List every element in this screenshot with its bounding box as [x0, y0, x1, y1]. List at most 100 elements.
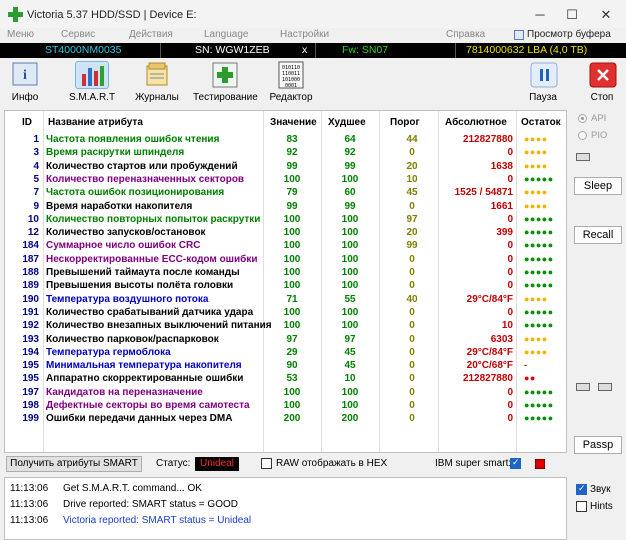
testing-label: Тестирование — [193, 92, 258, 103]
testing-button[interactable]: Тестирование — [193, 61, 258, 105]
table-row[interactable]: 4 Количество стартов или пробуждений 99 99 2… — [5, 160, 566, 173]
attribute-name: Количество внезапных выключений питания — [46, 320, 272, 332]
table-row[interactable]: 197 Кандидатов на переназначение 100 100 0 0 ●… — [5, 386, 566, 399]
minimize-icon[interactable]: ─ — [530, 6, 550, 24]
table-row[interactable]: 195 Минимальная температура накопителя 90 4… — [5, 359, 566, 372]
attribute-raw: 399 — [496, 227, 513, 239]
attribute-name: Ошибки передачи данных через DMA — [46, 413, 233, 425]
pio-radio[interactable] — [578, 131, 587, 140]
table-row[interactable]: 5 Количество переназначенных секторов 100 1… — [5, 173, 566, 186]
table-row[interactable]: 195 Аппаратно скорректированные ошибки 53 1… — [5, 372, 566, 385]
close-icon[interactable]: ✕ — [596, 6, 616, 24]
maximize-icon[interactable]: ☐ — [562, 6, 582, 24]
pause-button[interactable]: Пауза — [527, 61, 559, 105]
attribute-value: 92 — [286, 147, 298, 159]
table-row[interactable]: 194 Температура гермоблока 29 45 0 29°C/84°F ●… — [5, 346, 566, 359]
attribute-name: Дефектные секторы во время самотеста — [46, 400, 250, 411]
stop-label: Стоп — [590, 92, 614, 103]
attribute-rest: ●●●● — [524, 160, 548, 171]
table-row[interactable]: 7 Частота ошибок позиционирования 79 60 45 15… — [5, 186, 566, 199]
table-row[interactable]: 188 Превышений таймаута после команды 100 1… — [5, 266, 566, 279]
attribute-id: 194 — [22, 346, 39, 358]
table-row[interactable]: 10 Количество повторных попыток раскрутки… — [5, 213, 566, 226]
drive-info-bar[interactable]: ST4000NM0035 SN: WGW1ZEB x Fw: SN07 7814… — [0, 43, 626, 58]
attribute-rest: ●●●● — [524, 147, 548, 158]
attribute-rest: ●●●●● — [524, 173, 554, 184]
ibm-status-indicator — [535, 459, 545, 469]
stop-button[interactable]: Стоп — [586, 61, 618, 105]
table-row[interactable]: 3 Время раскрутки шпинделя 92 92 0 0 ●●●● — [5, 146, 566, 159]
attribute-id: 192 — [22, 320, 39, 332]
menu-item-service[interactable]: Сервис — [61, 29, 95, 40]
attribute-raw: 20°C/68°F — [466, 360, 513, 372]
attribute-worst: 99 — [344, 200, 356, 212]
attribute-raw: 1661 — [490, 200, 513, 212]
table-row[interactable]: 189 Превышения высоты полёта головки 100 10… — [5, 279, 566, 292]
attribute-rest: ●●●● — [524, 200, 548, 211]
attribute-raw: 0 — [507, 400, 513, 411]
get-smart-button[interactable]: Получить атрибуты SMART — [6, 456, 142, 472]
divider — [160, 43, 161, 58]
attribute-raw: 0 — [507, 147, 513, 159]
attribute-rest: ●●●●● — [524, 227, 554, 238]
table-row[interactable]: 192 Количество внезапных выключений питан… — [5, 319, 566, 332]
menu-item-actions[interactable]: Действия — [129, 29, 173, 40]
table-row[interactable]: 184 Суммарное число ошибок CRC 100 100 99 0 ●●… — [5, 239, 566, 252]
drive-close[interactable]: x — [302, 44, 307, 56]
buffer-preview-icon[interactable] — [514, 30, 524, 40]
recall-button[interactable]: Recall — [574, 226, 622, 244]
log-panel[interactable]: 11:13:06 Get S.M.A.R.T. command... OK 11:1… — [4, 477, 567, 540]
attribute-value: 53 — [286, 373, 298, 385]
journals-button[interactable]: Журналы — [134, 61, 180, 105]
sleep-button[interactable]: Sleep — [574, 177, 622, 195]
attribute-raw: 0 — [507, 213, 513, 225]
table-row[interactable]: 187 Нескорректированные ECC-кодом ошибки 1… — [5, 253, 566, 266]
right-panel: API PIO Sleep Recall Passp Звук Hints — [570, 110, 626, 540]
editor-button[interactable]: 010110 110011 101000 0001 Редактор — [268, 61, 314, 105]
attribute-name: Количество стартов или пробуждений — [46, 160, 238, 172]
attribute-raw: 0 — [507, 173, 513, 185]
smart-table[interactable]: ID Название атрибута Значение Худшее Пор… — [4, 110, 567, 453]
attribute-rest: ●●●●● — [524, 386, 554, 397]
attribute-worst: 100 — [341, 320, 359, 332]
menu-item-help[interactable]: Справка — [446, 29, 485, 40]
header-rest: Остаток — [521, 117, 561, 128]
menu-item-settings[interactable]: Настройки — [280, 29, 329, 40]
attribute-raw: 29°C/84°F — [466, 293, 513, 305]
attribute-name: Время раскрутки шпинделя — [46, 147, 185, 159]
attribute-value: 71 — [286, 293, 298, 305]
menu-item-language[interactable]: Language — [204, 29, 249, 40]
smart-label: S.M.A.R.T — [68, 92, 116, 103]
table-row[interactable]: 190 Температура воздушного потока 71 55 40 29… — [5, 293, 566, 306]
hints-checkbox[interactable] — [576, 501, 587, 512]
status-bar: Получить атрибуты SMART Статус: Unideal … — [4, 456, 567, 473]
attribute-worst: 100 — [341, 400, 359, 411]
attribute-id: 5 — [33, 173, 39, 185]
ibm-smart-checkbox[interactable] — [510, 457, 521, 469]
passp-button[interactable]: Passp — [574, 436, 622, 454]
attribute-id: 7 — [33, 187, 39, 199]
api-radio[interactable] — [578, 114, 587, 123]
svg-text:0001: 0001 — [285, 83, 297, 89]
info-button[interactable]: i Инфо — [5, 61, 45, 105]
menu-item-menu[interactable]: Меню — [7, 29, 34, 40]
table-row[interactable]: 9 Время наработки накопителя 99 99 0 1661 ●●●● — [5, 200, 566, 213]
table-row[interactable]: 198 Дефектные секторы во время самотеста 1… — [5, 399, 566, 412]
table-row[interactable]: 193 Количество парковок/распарковок 97 97 0 6… — [5, 333, 566, 346]
status-label: Статус: — [156, 458, 191, 469]
table-row[interactable]: 199 Ошибки передачи данных через DMA 200 20… — [5, 412, 566, 425]
attribute-raw: 0 — [507, 386, 513, 398]
buffer-preview-link[interactable]: Просмотр буфера — [527, 29, 611, 40]
attribute-id: 190 — [22, 293, 39, 305]
raw-hex-checkbox[interactable] — [261, 458, 272, 469]
sound-checkbox[interactable] — [576, 483, 587, 495]
log-time: 11:13:06 — [10, 515, 49, 526]
info-icon: i — [8, 61, 42, 89]
smart-button[interactable]: S.M.A.R.T — [66, 61, 118, 105]
table-row[interactable]: 12 Количество запусков/остановок 100 100 20 3… — [5, 226, 566, 239]
attribute-value: 100 — [283, 400, 301, 411]
attribute-name: Кандидатов на переназначение — [46, 386, 203, 398]
table-row[interactable]: 1 Частота появления ошибок чтения 83 64 44 21… — [5, 133, 566, 146]
log-line: 11:13:06 Victoria reported: SMART status … — [10, 515, 251, 526]
table-row[interactable]: 191 Количество срабатываний датчика удара… — [5, 306, 566, 319]
